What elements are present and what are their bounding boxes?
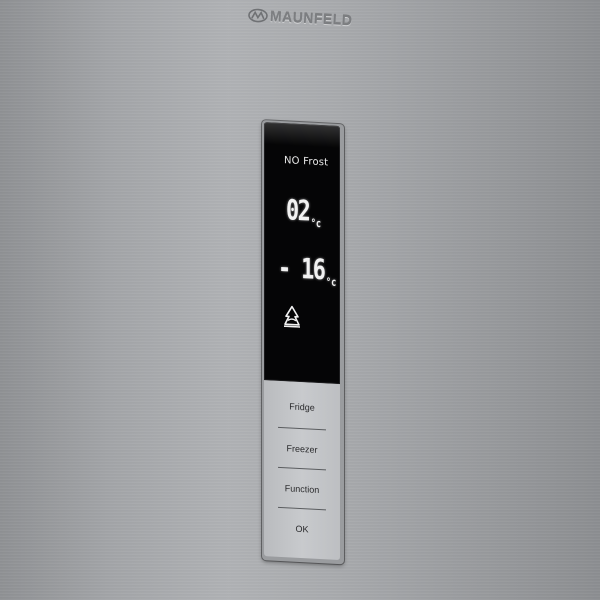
fridge-door: MAUNFELD NO Frost 02 °c - 16 °c Fridge F… bbox=[0, 0, 600, 600]
freezer-button-label: Freezer bbox=[286, 443, 318, 455]
fridge-temperature-unit: °c bbox=[310, 216, 322, 231]
freezer-button[interactable]: Freezer bbox=[264, 428, 340, 470]
nofrost-label: NO Frost bbox=[284, 155, 329, 169]
ok-button[interactable]: OK bbox=[264, 508, 340, 550]
display-screen: NO Frost 02 °c - 16 °c bbox=[264, 122, 340, 385]
freezer-temperature-value: - 16 bbox=[278, 250, 325, 287]
fridge-temperature-readout: 02 °c bbox=[286, 193, 321, 230]
fridge-button-label: Fridge bbox=[289, 401, 315, 413]
brand-emblem-icon bbox=[248, 8, 268, 23]
freezer-temperature-readout: - 16 °c bbox=[278, 251, 336, 289]
brand-logo: MAUNFELD bbox=[247, 4, 353, 31]
brand-name: MAUNFELD bbox=[269, 8, 353, 29]
freezer-temperature-unit: °c bbox=[325, 275, 337, 289]
fridge-temperature-value: 02 bbox=[286, 193, 310, 228]
function-button[interactable]: Function bbox=[264, 468, 340, 510]
ok-button-label: OK bbox=[295, 523, 309, 535]
superfreeze-icon bbox=[284, 305, 300, 328]
fridge-button[interactable]: Fridge bbox=[264, 386, 340, 428]
touch-button-area: Fridge Freezer Function OK bbox=[264, 380, 340, 561]
function-button-label: Function bbox=[284, 483, 320, 496]
control-panel: NO Frost 02 °c - 16 °c Fridge Freezer Fu… bbox=[262, 120, 344, 565]
